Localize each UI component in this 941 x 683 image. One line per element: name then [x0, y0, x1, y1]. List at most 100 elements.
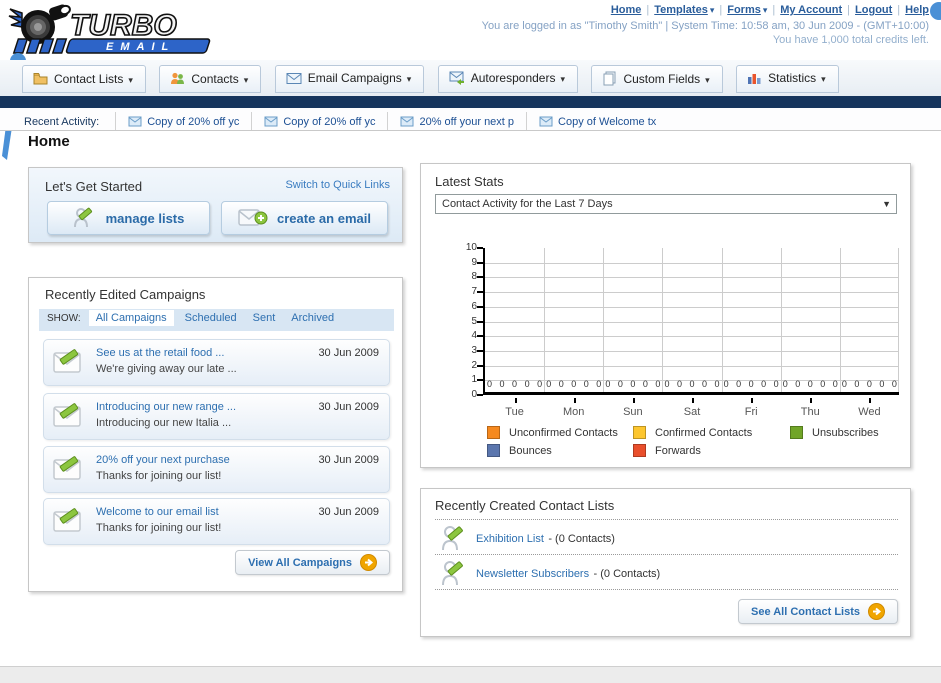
tab-label: Email Campaigns: [307, 71, 402, 85]
contact-lists-title: Recently Created Contact Lists: [435, 498, 615, 513]
campaign-card[interactable]: Introducing our new range ... Introducin…: [43, 393, 390, 440]
tab-label: Custom Fields: [623, 72, 701, 86]
tab-label: Autoresponders: [470, 71, 556, 85]
manage-lists-button[interactable]: manage lists: [47, 201, 210, 235]
envelope-icon: [400, 116, 414, 127]
switch-quick-links[interactable]: Switch to Quick Links: [285, 179, 390, 191]
recent-activity-item[interactable]: 20% off your next p: [387, 112, 526, 130]
logo-title-text: TURBO: [70, 9, 177, 42]
legend-item: Unsubscribes: [790, 426, 879, 439]
tab-email-campaigns[interactable]: Email Campaigns ▾: [274, 65, 425, 93]
legend-item: Confirmed Contacts: [633, 426, 790, 439]
campaign-subtitle: Thanks for joining our list!: [96, 522, 222, 534]
tab-label: Contact Lists: [54, 72, 124, 86]
stats-dropdown[interactable]: Contact Activity for the Last 7 Days ▼: [435, 194, 897, 214]
legend-item: Bounces: [487, 444, 633, 457]
get-started-panel: Let's Get Started Switch to Quick Links …: [28, 167, 403, 243]
campaign-title-link[interactable]: Introducing our new range ...: [96, 401, 236, 413]
latest-stats-panel: Latest Stats Contact Activity for the La…: [420, 163, 911, 468]
recent-activity-item[interactable]: Copy of Welcome tx: [526, 112, 668, 130]
tab-contact-lists[interactable]: Contact Lists ▾: [22, 65, 146, 93]
tab-contacts[interactable]: Contacts ▾: [159, 65, 262, 93]
legend-label: Unconfirmed Contacts: [509, 426, 618, 439]
view-all-campaigns-button[interactable]: View All Campaigns: [235, 550, 390, 575]
tab-label: Contacts: [191, 72, 239, 86]
contact-list-item[interactable]: Exhibition List - (0 Contacts): [441, 524, 615, 554]
campaign-subtitle: Thanks for joining our list!: [96, 470, 222, 482]
activity-link[interactable]: Copy of 20% off yc: [147, 116, 239, 128]
chevron-down-icon: ▾: [762, 5, 768, 15]
button-label: create an email: [277, 210, 371, 226]
campaign-filter-bar: SHOW: All Campaigns Scheduled Sent Archived: [39, 309, 394, 331]
tab-label: Statistics: [768, 71, 817, 85]
campaign-date: 30 Jun 2009: [318, 506, 379, 518]
nav-separator: |: [646, 4, 650, 16]
contact-list-link[interactable]: Exhibition List: [476, 533, 544, 545]
campaign-card[interactable]: See us at the retail food ... We're givi…: [43, 339, 390, 386]
filter-sent[interactable]: Sent: [253, 312, 276, 324]
activity-link[interactable]: 20% off your next p: [419, 116, 514, 128]
chevron-down-icon: ▾: [243, 75, 249, 85]
filter-scheduled[interactable]: Scheduled: [185, 312, 237, 324]
get-started-title: Let's Get Started: [45, 179, 143, 194]
folder-icon: [33, 73, 48, 85]
stats-dropdown-value: Contact Activity for the Last 7 Days: [442, 198, 613, 210]
nav-link-help[interactable]: Help: [905, 4, 929, 16]
contact-list-count: - (0 Contacts): [593, 568, 661, 581]
filter-archived[interactable]: Archived: [291, 312, 334, 324]
header-right: Home | Templates ▾ | Forms ▾ | My Account | Logout…: [482, 4, 929, 46]
chart-legend: Unconfirmed Contacts Confirmed Contacts …: [487, 426, 879, 457]
nav-link-forms[interactable]: Forms: [727, 4, 761, 16]
legend-label: Confirmed Contacts: [655, 426, 753, 439]
footer-strip: [0, 666, 941, 683]
campaign-date: 30 Jun 2009: [318, 401, 379, 413]
chevron-down-icon: ▾: [406, 74, 412, 84]
envelope-plus-icon: [238, 209, 268, 226]
person-pencil-icon: [442, 526, 463, 551]
nav-link-templates[interactable]: Templates: [654, 4, 708, 16]
campaign-title-link[interactable]: Welcome to our email list: [96, 506, 219, 518]
legend-swatch-unsubscribes: [790, 426, 803, 439]
latest-stats-title: Latest Stats: [435, 174, 504, 189]
chevron-down-icon: ▾: [821, 74, 826, 84]
campaign-title-link[interactable]: See us at the retail food ...: [96, 347, 224, 359]
envelope-pencil-icon: [53, 403, 81, 427]
nav-link-home[interactable]: Home: [611, 4, 642, 16]
legend-label: Forwards: [655, 444, 701, 457]
nav-link-my-account[interactable]: My Account: [780, 4, 842, 16]
dotted-divider: [435, 519, 898, 520]
contact-list-link[interactable]: Newsletter Subscribers: [476, 568, 589, 580]
nav-link-logout[interactable]: Logout: [855, 4, 892, 16]
contact-list-count: - (0 Contacts): [548, 533, 615, 546]
documents-icon: [603, 71, 616, 86]
campaign-title-link[interactable]: 20% off your next purchase: [96, 454, 230, 466]
chart-y-labels: 0 1 2 3 4 5 6 7 8 9 10: [465, 242, 477, 400]
recent-activity-item[interactable]: Copy of 20% off yc: [251, 112, 387, 130]
see-all-contact-lists-button[interactable]: See All Contact Lists: [737, 599, 898, 624]
annotation-dot: [930, 2, 941, 20]
envelope-icon: [286, 73, 302, 84]
envelope-pencil-icon: [53, 456, 81, 480]
login-status: You are logged in as "Timothy Smith" | S…: [481, 20, 929, 32]
filter-all-campaigns[interactable]: All Campaigns: [88, 310, 174, 326]
tab-statistics[interactable]: Statistics ▾: [736, 65, 839, 93]
dotted-divider: [435, 554, 898, 555]
legend-item: Forwards: [633, 444, 790, 457]
button-label: manage lists: [105, 210, 185, 226]
tab-custom-fields[interactable]: Custom Fields ▾: [591, 65, 723, 93]
chevron-down-icon: ▾: [705, 75, 710, 85]
activity-link[interactable]: Copy of 20% off yc: [283, 116, 375, 128]
envelope-arrow-icon: [449, 71, 464, 85]
dotted-divider: [435, 589, 898, 590]
campaign-card[interactable]: 20% off your next purchase Thanks for jo…: [43, 446, 390, 493]
nav-separator: |: [719, 4, 723, 16]
create-email-button[interactable]: create an email: [221, 201, 388, 235]
tab-autoresponders[interactable]: Autoresponders ▾: [437, 65, 578, 93]
activity-link[interactable]: Copy of Welcome tx: [558, 116, 656, 128]
contact-list-item[interactable]: Newsletter Subscribers - (0 Contacts): [441, 559, 660, 589]
people-icon: [171, 72, 185, 84]
recent-activity-item[interactable]: Copy of 20% off yc: [115, 112, 251, 130]
envelope-pencil-icon: [53, 349, 81, 373]
campaign-card[interactable]: Welcome to our email list Thanks for joi…: [43, 498, 390, 545]
nav-separator: |: [772, 4, 776, 16]
